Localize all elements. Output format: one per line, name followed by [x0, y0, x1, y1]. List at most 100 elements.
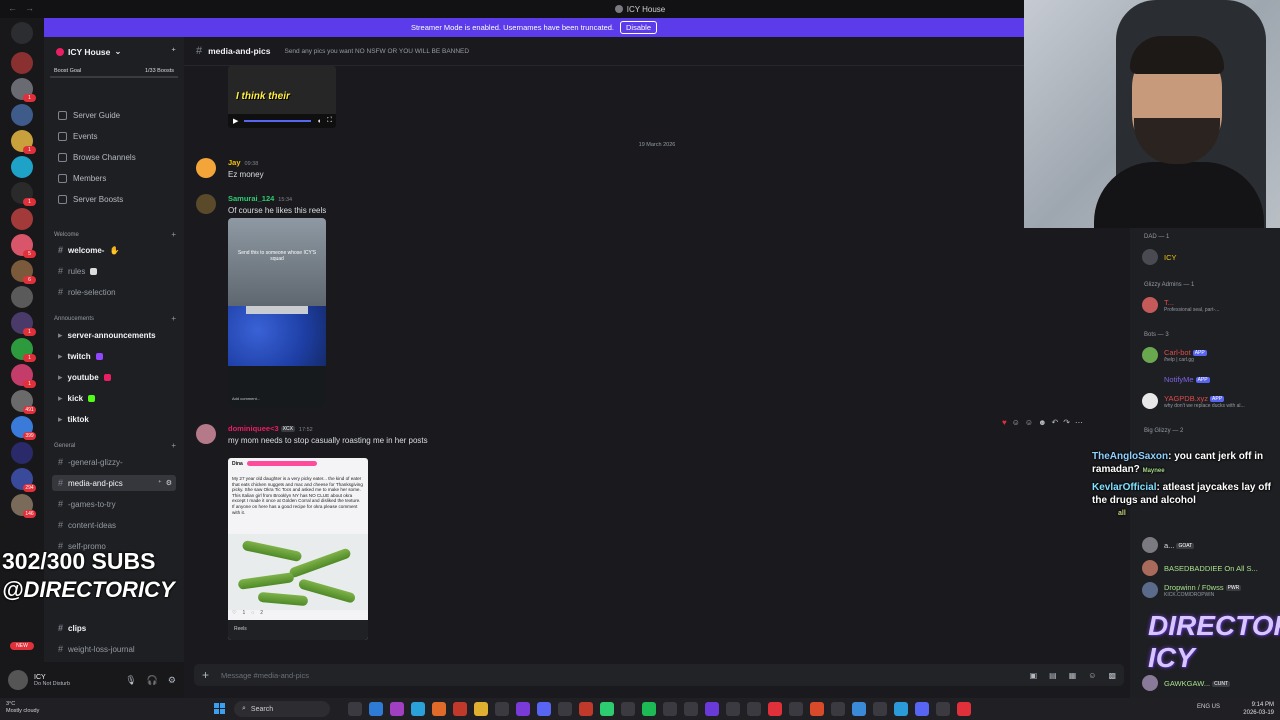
app-icon[interactable] — [495, 702, 509, 716]
add-reaction-icon[interactable]: ☻ — [1038, 418, 1046, 427]
microphone-icon[interactable]: 🎙 — [125, 675, 136, 686]
app-icon[interactable] — [852, 702, 866, 716]
edge-icon[interactable] — [411, 702, 425, 716]
member-item[interactable]: Carl-bot APP/help | carl.gg — [1142, 346, 1278, 364]
emoji-icon[interactable]: ☺ — [1088, 671, 1096, 680]
gear-icon[interactable]: ⚙ — [166, 479, 172, 487]
channel-media-and-pics[interactable]: # media-and-pics ⁺ ⚙ — [52, 475, 176, 491]
app-icon[interactable] — [957, 702, 971, 716]
menu-browse-channels[interactable]: Browse Channels — [58, 153, 136, 162]
channel-content-ideas[interactable]: # content-ideas — [52, 517, 176, 533]
app-icon[interactable] — [810, 702, 824, 716]
member-item[interactable]: NotifyMe APP — [1142, 370, 1278, 388]
volume-icon[interactable]: ◖ — [317, 118, 321, 125]
channel-games-to-try[interactable]: # -games-to-try — [52, 496, 176, 512]
app-icon[interactable] — [768, 702, 782, 716]
invite-icon[interactable]: ⁺ — [171, 46, 176, 57]
windows-start-icon[interactable] — [214, 703, 226, 715]
app-icon[interactable] — [747, 702, 761, 716]
app-icon[interactable] — [936, 702, 950, 716]
server-header[interactable]: ICY House ⌄ ⁺ — [44, 37, 184, 66]
app-icon[interactable] — [726, 702, 740, 716]
disable-button[interactable]: Disable — [620, 21, 658, 34]
image-attachment[interactable]: Dina My 27 year old daughter is a very p… — [228, 458, 368, 640]
system-tray[interactable]: ENG US — [1197, 704, 1220, 710]
app-icon[interactable] — [369, 702, 383, 716]
emoji-icon[interactable]: ☺ — [1025, 418, 1033, 427]
reel-embed[interactable]: Send this to someone whose ICY'S squad A… — [228, 218, 326, 408]
app-icon[interactable] — [831, 702, 845, 716]
menu-events[interactable]: Events — [58, 132, 97, 141]
channel-topic[interactable]: Send any pics you want NO NSFW OR YOU WI… — [284, 48, 469, 55]
avatar[interactable] — [196, 158, 216, 178]
weather-widget[interactable]: 3°C Mostly cloudy — [6, 701, 39, 715]
channel-role-selection[interactable]: # role-selection — [52, 284, 176, 300]
app-icon[interactable] — [390, 702, 404, 716]
forward-icon[interactable]: ↷ — [1063, 418, 1070, 427]
server-icon[interactable] — [11, 52, 33, 74]
channel-weight-loss-journal[interactable]: # weight-loss-journal — [52, 641, 176, 657]
fullscreen-icon[interactable]: ⛶ — [327, 117, 332, 125]
add-channel-icon[interactable]: + — [171, 230, 176, 239]
invite-icon[interactable]: ⁺ — [158, 479, 162, 487]
member-item[interactable]: GAWKGAW... CUNT — [1142, 674, 1278, 692]
menu-server-guide[interactable]: Server Guide — [58, 111, 120, 120]
app-icon[interactable] — [684, 702, 698, 716]
twitch-icon[interactable] — [516, 702, 530, 716]
category-announcements[interactable]: Annoucements + — [54, 314, 176, 323]
category-welcome[interactable]: Welcome + — [54, 230, 176, 239]
server-icon[interactable] — [11, 104, 33, 126]
server-icon[interactable] — [11, 208, 33, 230]
category-general[interactable]: General + — [54, 441, 176, 450]
sticker-icon[interactable]: ▦ — [1069, 671, 1077, 680]
server-icon[interactable] — [11, 442, 33, 464]
app-icon[interactable] — [600, 702, 614, 716]
taskbar-search[interactable]: ⌕ Search — [234, 701, 330, 717]
channel-twitch[interactable]: ▸ twitch — [52, 348, 176, 364]
app-icon[interactable] — [663, 702, 677, 716]
app-icon[interactable] — [558, 702, 572, 716]
member-item[interactable]: a... GOAT — [1142, 536, 1278, 554]
message-input[interactable]: Message #media-and-pics — [221, 671, 309, 680]
member-item[interactable]: YAGPDB.xyz APP why don't we replace ducks … — [1142, 392, 1278, 410]
message-author[interactable]: Jay — [228, 158, 241, 167]
reply-icon[interactable]: ↶ — [1052, 418, 1059, 427]
apps-icon[interactable]: ▩ — [1108, 671, 1116, 680]
dm-icon[interactable] — [11, 22, 33, 44]
add-channel-icon[interactable]: + — [171, 314, 176, 323]
server-icon[interactable] — [11, 156, 33, 178]
channel-rules[interactable]: # rules — [52, 263, 176, 279]
spotify-icon[interactable] — [642, 702, 656, 716]
channel-server-announcements[interactable]: ▸ server-announcements — [52, 327, 176, 343]
gif-icon[interactable]: ▤ — [1049, 671, 1057, 680]
emoji-icon[interactable]: ☺ — [1012, 418, 1020, 427]
gear-icon[interactable]: ⚙ — [168, 675, 176, 686]
app-icon[interactable] — [621, 702, 635, 716]
channel-tiktok[interactable]: ▸ tiktok — [52, 411, 176, 427]
message-author[interactable]: Samurai_124 — [228, 194, 274, 203]
brave-icon[interactable] — [453, 702, 467, 716]
forward-icon[interactable]: → — [25, 3, 34, 13]
avatar[interactable] — [8, 670, 28, 690]
gift-icon[interactable]: ▣ — [1030, 671, 1038, 680]
channel-clips[interactable]: # clips — [52, 620, 176, 636]
app-icon[interactable] — [789, 702, 803, 716]
app-icon[interactable] — [894, 702, 908, 716]
task-view-icon[interactable] — [348, 702, 362, 716]
app-icon[interactable] — [579, 702, 593, 716]
channel-youtube[interactable]: ▸ youtube — [52, 369, 176, 385]
member-item[interactable]: T... Professional seal, part-... — [1142, 296, 1278, 314]
avatar[interactable] — [196, 424, 216, 444]
video-progress[interactable] — [244, 120, 311, 122]
video-embed[interactable]: I think their ▶ ◖ ⛶ — [228, 66, 336, 128]
back-icon[interactable]: ← — [8, 3, 17, 13]
plus-icon[interactable]: + — [202, 668, 209, 682]
clock[interactable]: 9:14 PM 2026-03-19 — [1243, 701, 1274, 717]
heart-icon[interactable]: ♥ — [1002, 418, 1007, 427]
menu-server-boosts[interactable]: Server Boosts — [58, 195, 123, 204]
server-icon[interactable] — [11, 286, 33, 308]
menu-members[interactable]: Members — [58, 174, 106, 183]
discord-icon[interactable] — [537, 702, 551, 716]
channel-welcome[interactable]: # welcome- ✋ — [52, 242, 176, 258]
avatar[interactable] — [196, 194, 216, 214]
